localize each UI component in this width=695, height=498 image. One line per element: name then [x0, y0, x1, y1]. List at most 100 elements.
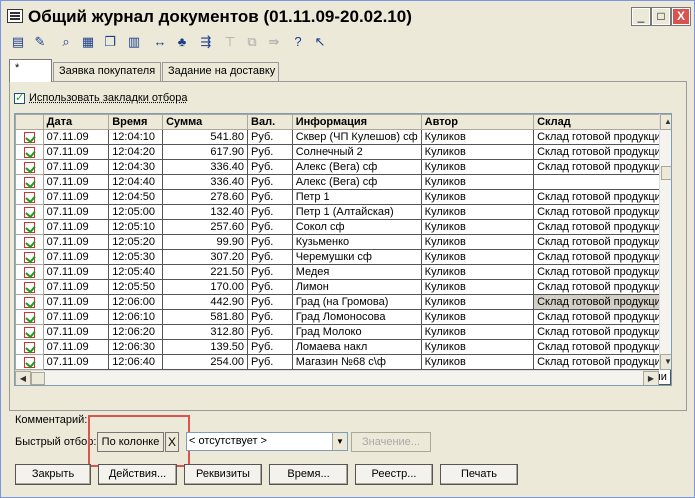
- new-document-icon[interactable]: ▤: [9, 33, 27, 51]
- info-cell[interactable]: Град Ломоносова: [291, 309, 422, 325]
- time-cell[interactable]: 12:06:30: [108, 339, 164, 355]
- sum-cell[interactable]: 257.60: [162, 219, 249, 235]
- scroll-left-button[interactable]: ◀: [15, 371, 31, 385]
- horizontal-scroll-thumb[interactable]: [31, 372, 45, 385]
- row-status-cell[interactable]: [15, 204, 44, 220]
- copy-icon[interactable]: ❐: [101, 33, 119, 51]
- time-cell[interactable]: 12:06:00: [108, 294, 164, 310]
- vertical-scroll-thumb[interactable]: [661, 166, 671, 180]
- warehouse-cell[interactable]: Склад готовой продукции: [533, 144, 671, 160]
- date-cell[interactable]: 07.11.09: [42, 219, 110, 235]
- table-row[interactable]: 07.11.09 12:05:20 99.90 Руб. Кузьменко Кулико…: [15, 234, 671, 250]
- info-cell[interactable]: Град Молоко: [291, 324, 422, 340]
- currency-cell[interactable]: Руб.: [247, 294, 293, 310]
- author-cell[interactable]: Куликов: [420, 249, 535, 265]
- sum-cell[interactable]: 278.60: [162, 189, 249, 205]
- maximize-button[interactable]: □: [651, 7, 671, 26]
- col-header-info[interactable]: Информация: [291, 114, 422, 130]
- date-cell[interactable]: 07.11.09: [42, 324, 110, 340]
- sum-cell[interactable]: 254.00: [162, 354, 249, 370]
- edit-icon[interactable]: ✎: [31, 33, 49, 51]
- author-cell[interactable]: Куликов: [420, 354, 535, 370]
- info-cell[interactable]: Сокол сф: [291, 219, 422, 235]
- documents-table[interactable]: Дата Время Сумма Вал. Информация Автор С…: [14, 113, 672, 386]
- warehouse-cell[interactable]: Склад готовой продукции: [533, 249, 671, 265]
- row-status-cell[interactable]: [15, 219, 44, 235]
- sum-cell[interactable]: 336.40: [162, 174, 249, 190]
- currency-cell[interactable]: Руб.: [247, 129, 293, 145]
- tab-customer-order[interactable]: Заявка покупателя: [53, 62, 161, 81]
- warehouse-cell[interactable]: Склад готовой продукции: [533, 129, 671, 145]
- author-cell[interactable]: Куликов: [420, 144, 535, 160]
- sum-cell[interactable]: 170.00: [162, 279, 249, 295]
- table-row[interactable]: 07.11.09 12:04:10 541.80 Руб. Сквер (ЧП Куле…: [15, 129, 671, 145]
- table-row[interactable]: 07.11.09 12:05:00 132.40 Руб. Петр 1 (Алтайс…: [15, 204, 671, 220]
- bookmark-checkbox-row[interactable]: Использовать закладки отбора: [14, 91, 187, 104]
- scroll-up-button[interactable]: ▲: [660, 114, 671, 130]
- sum-cell[interactable]: 541.80: [162, 129, 249, 145]
- row-status-cell[interactable]: [15, 159, 44, 175]
- warehouse-cell[interactable]: Склад готовой продукции: [533, 219, 671, 235]
- use-bookmarks-checkbox[interactable]: [14, 91, 25, 104]
- sum-cell[interactable]: 581.80: [162, 309, 249, 325]
- row-status-cell[interactable]: [15, 174, 44, 190]
- sum-cell[interactable]: 221.50: [162, 264, 249, 280]
- info-cell[interactable]: Медея: [291, 264, 422, 280]
- col-header-author[interactable]: Автор: [420, 114, 535, 130]
- scroll-right-button[interactable]: ▶: [643, 371, 659, 385]
- date-cell[interactable]: 07.11.09: [42, 159, 110, 175]
- details-button[interactable]: Реквизиты: [184, 464, 262, 485]
- time-cell[interactable]: 12:05:50: [108, 279, 164, 295]
- sum-cell[interactable]: 336.40: [162, 159, 249, 175]
- table-row[interactable]: 07.11.09 12:05:10 257.60 Руб. Сокол сф Кулико…: [15, 219, 671, 235]
- vertical-scrollbar[interactable]: ▲ ▼: [659, 114, 671, 370]
- sum-cell[interactable]: 139.50: [162, 339, 249, 355]
- close-button[interactable]: Закрыть: [15, 464, 91, 485]
- table-row[interactable]: 07.11.09 12:06:10 581.80 Руб. Град Ломоносов…: [15, 309, 671, 325]
- warehouse-cell[interactable]: Склад готовой продукции: [533, 309, 671, 325]
- date-cell[interactable]: 07.11.09: [42, 189, 110, 205]
- author-cell[interactable]: Куликов: [420, 309, 535, 325]
- row-status-cell[interactable]: [15, 234, 44, 250]
- currency-cell[interactable]: Руб.: [247, 309, 293, 325]
- find-icon[interactable]: ⌕: [57, 33, 75, 51]
- warehouse-cell[interactable]: Склад готовой продукции: [533, 279, 671, 295]
- currency-cell[interactable]: Руб.: [247, 144, 293, 160]
- row-status-cell[interactable]: [15, 144, 44, 160]
- close-window-button[interactable]: X: [671, 7, 691, 26]
- date-cell[interactable]: 07.11.09: [42, 279, 110, 295]
- table-row[interactable]: 07.11.09 12:05:50 170.00 Руб. Лимон Куликов Ск…: [15, 279, 671, 295]
- warehouse-cell[interactable]: Склад готовой продукции: [533, 339, 671, 355]
- author-cell[interactable]: Куликов: [420, 264, 535, 280]
- col-header-status[interactable]: [15, 114, 44, 130]
- sum-cell[interactable]: 307.20: [162, 249, 249, 265]
- currency-cell[interactable]: Руб.: [247, 354, 293, 370]
- table-row[interactable]: 07.11.09 12:06:20 312.80 Руб. Град Молоко Кул…: [15, 324, 671, 340]
- warehouse-cell[interactable]: Склад готовой продукции: [533, 159, 671, 175]
- currency-cell[interactable]: Руб.: [247, 219, 293, 235]
- table-icon[interactable]: ▦: [79, 33, 97, 51]
- row-status-cell[interactable]: [15, 264, 44, 280]
- whats-this-icon[interactable]: ↖: [311, 33, 329, 51]
- sum-cell[interactable]: 132.40: [162, 204, 249, 220]
- time-cell[interactable]: 12:04:50: [108, 189, 164, 205]
- table-row[interactable]: 07.11.09 12:06:30 139.50 Руб. Ломаева накл Ку…: [15, 339, 671, 355]
- time-cell[interactable]: 12:04:20: [108, 144, 164, 160]
- grid-icon[interactable]: ▥: [125, 33, 143, 51]
- col-header-warehouse[interactable]: Склад: [533, 114, 671, 130]
- table-row[interactable]: 07.11.09 12:06:40 254.00 Руб. Магазин №68 с\…: [15, 354, 671, 370]
- date-cell[interactable]: 07.11.09: [42, 294, 110, 310]
- info-cell[interactable]: Петр 1: [291, 189, 422, 205]
- table-row[interactable]: 07.11.09 12:04:40 336.40 Руб. Алекс (Вега) с…: [15, 174, 671, 190]
- date-cell[interactable]: 07.11.09: [42, 249, 110, 265]
- author-cell[interactable]: Куликов: [420, 129, 535, 145]
- col-header-sum[interactable]: Сумма: [162, 114, 249, 130]
- info-cell[interactable]: Алекс (Вега) сф: [291, 159, 422, 175]
- date-cell[interactable]: 07.11.09: [42, 264, 110, 280]
- interval-icon[interactable]: ↔: [151, 33, 169, 51]
- date-cell[interactable]: 07.11.09: [42, 174, 110, 190]
- row-status-cell[interactable]: [15, 324, 44, 340]
- scroll-down-button[interactable]: ▼: [660, 354, 671, 370]
- warehouse-cell[interactable]: Склад готовой продукции: [533, 324, 671, 340]
- warehouse-cell[interactable]: Склад готовой продукции: [533, 234, 671, 250]
